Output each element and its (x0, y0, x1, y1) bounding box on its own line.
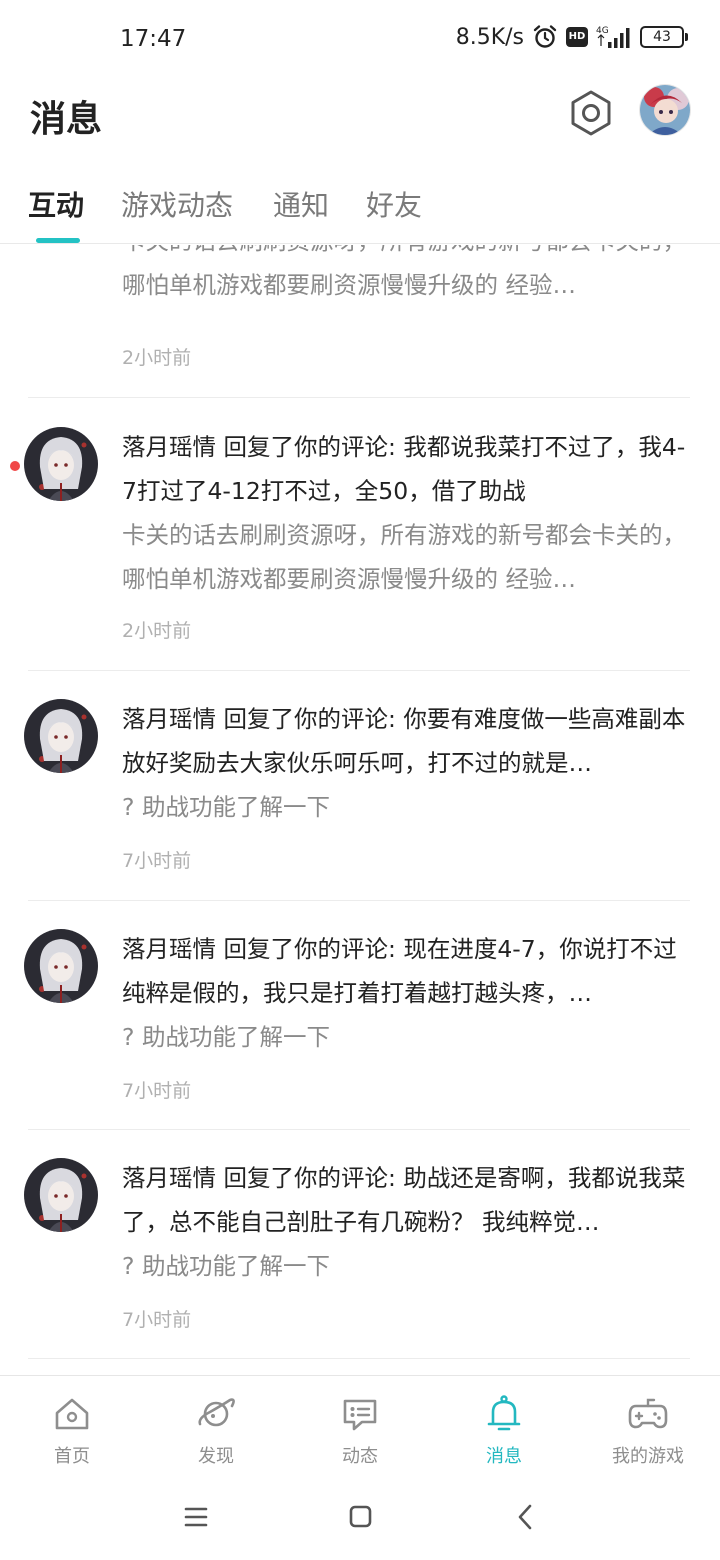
quoted-comment: ? 助战功能了解一下 (122, 793, 330, 821)
avatar[interactable] (24, 699, 98, 773)
list-item[interactable]: 落月瑶情 回复了你的评论: 现在进度4-7，你说打不过纯粹是假的，我只是打着打着… (0, 927, 720, 1127)
list-item[interactable]: 落月瑶情 回复了你的评论: 我都说我菜打不过了，我4-7打过了4-12打不过，全… (0, 425, 720, 655)
battery-icon: 43 (640, 26, 688, 48)
unread-dot (10, 461, 20, 471)
quoted-comment: 卡关的话去刷刷资源呀，所有游戏的新号都会卡关的，哪怕单机游戏都要刷资源慢慢升级的… (122, 245, 686, 299)
nav-messages[interactable]: 消息 (432, 1376, 576, 1476)
system-home-button[interactable] (340, 1500, 380, 1534)
bottom-navigation: 首页 发现 动态 消息 我的游戏 (0, 1375, 720, 1475)
home-square-icon (349, 1505, 372, 1528)
planet-icon (198, 1398, 235, 1427)
messages-screen: 17:47 8.5K/s HD 4G 43 消息 互动 游戏动态 通知 好友 哪… (0, 0, 720, 1560)
divider (28, 1358, 690, 1359)
nav-feed[interactable]: 动态 (288, 1376, 432, 1476)
status-bar: 17:47 8.5K/s HD 4G 43 (0, 0, 720, 80)
user-avatar-button[interactable] (640, 85, 690, 135)
home-icon (55, 1398, 89, 1430)
sender-avatar-image (24, 929, 98, 1003)
feed-chat-icon (343, 1399, 377, 1431)
message-body: 落月瑶情 回复了你的评论: 现在进度4-7，你说打不过纯粹是假的，我只是打着打着… (122, 927, 692, 1059)
tab-friends[interactable]: 好友 (366, 184, 422, 224)
avatar[interactable] (24, 427, 98, 501)
message-body: 落月瑶情 回复了你的评论: 助战还是寄啊，我都说我菜了，总不能自己剖肚子有几碗粉… (122, 1156, 692, 1288)
tab-interaction[interactable]: 互动 (28, 184, 84, 224)
message-time: 7小时前 (122, 1309, 192, 1331)
message-time: 2小时前 (122, 347, 192, 369)
message-time: 7小时前 (122, 1080, 192, 1102)
nav-home[interactable]: 首页 (0, 1376, 144, 1476)
tab-game-news[interactable]: 游戏动态 (121, 184, 233, 224)
list-item[interactable]: 落月瑶情 回复了你的评论: 助战还是寄啊，我都说我菜了，总不能自己剖肚子有几碗粉… (0, 1156, 720, 1356)
nav-label: 发现 (198, 1446, 234, 1467)
status-time: 17:47 (120, 26, 187, 52)
nav-label: 动态 (342, 1446, 378, 1467)
divider (28, 670, 690, 671)
reply-text: 落月瑶情 回复了你的评论: 你要有难度做一些高难副本放好奖励去大家伙乐呵乐呵，打… (122, 705, 686, 777)
quoted-comment: 卡关的话去刷刷资源呀，所有游戏的新号都会卡关的，哪怕单机游戏都要刷资源慢慢升级的… (122, 521, 686, 593)
quoted-comment: ? 助战功能了解一下 (122, 1252, 330, 1280)
reply-text: 落月瑶情 回复了你的评论: 我都说我菜打不过了，我4-7打过了4-12打不过，全… (122, 433, 686, 505)
app-header: 消息 (0, 80, 720, 150)
net-speed: 8.5K/s (455, 24, 524, 50)
page-title: 消息 (30, 99, 103, 140)
avatar[interactable] (24, 1158, 98, 1232)
gamepad-icon (628, 1398, 668, 1429)
settings-button[interactable] (568, 88, 614, 138)
menu-icon (184, 1507, 208, 1527)
recent-apps-button[interactable] (176, 1500, 216, 1534)
sender-avatar-image (24, 699, 98, 773)
user-avatar-image (640, 85, 690, 135)
alarm-icon (532, 24, 558, 50)
divider (28, 397, 690, 398)
nav-my-games[interactable]: 我的游戏 (576, 1376, 720, 1476)
divider (28, 900, 690, 901)
nav-label: 首页 (54, 1446, 90, 1467)
avatar[interactable] (24, 929, 98, 1003)
bell-icon (487, 1395, 521, 1431)
nav-label: 消息 (486, 1446, 522, 1467)
signal-icon: 4G (596, 24, 632, 50)
sender-avatar-image (24, 1158, 98, 1232)
nav-discover[interactable]: 发现 (144, 1376, 288, 1476)
reply-text: 落月瑶情 回复了你的评论: 现在进度4-7，你说打不过纯粹是假的，我只是打着打着… (122, 935, 677, 1007)
hd-icon: HD (566, 27, 588, 47)
nav-label: 我的游戏 (612, 1446, 684, 1467)
tab-notifications[interactable]: 通知 (273, 184, 329, 224)
message-body: 落月瑶情 回复了你的评论: 我都说我菜打不过了，我4-7打过了4-12打不过，全… (122, 425, 692, 601)
quoted-comment: ? 助战功能了解一下 (122, 1023, 330, 1051)
reply-text: 落月瑶情 回复了你的评论: 助战还是寄啊，我都说我菜了，总不能自己剖肚子有几碗粉… (122, 1164, 686, 1236)
message-list: 卡关的话去刷刷资源呀，所有游戏的新号都会卡关的，哪怕单机游戏都要刷资源慢慢升级的… (0, 245, 720, 1375)
message-body: 卡关的话去刷刷资源呀，所有游戏的新号都会卡关的，哪怕单机游戏都要刷资源慢慢升级的… (122, 245, 692, 307)
network-type: 4G (596, 26, 609, 36)
back-icon (518, 1504, 532, 1530)
message-time: 7小时前 (122, 850, 192, 872)
settings-hexagon-icon (571, 90, 611, 136)
sender-avatar-image (24, 427, 98, 501)
message-tabs: 互动 游戏动态 通知 好友 (0, 172, 720, 244)
active-tab-indicator (36, 238, 80, 243)
list-item[interactable]: 落月瑶情 回复了你的评论: 你要有难度做一些高难副本放好奖励去大家伙乐呵乐呵，打… (0, 697, 720, 897)
message-time: 2小时前 (122, 620, 192, 642)
list-item[interactable]: 卡关的话去刷刷资源呀，所有游戏的新号都会卡关的，哪怕单机游戏都要刷资源慢慢升级的… (0, 245, 720, 399)
system-navigation-bar (0, 1475, 720, 1560)
divider (28, 1129, 690, 1130)
status-indicators: 8.5K/s HD 4G 43 (455, 24, 688, 50)
message-body: 落月瑶情 回复了你的评论: 你要有难度做一些高难副本放好奖励去大家伙乐呵乐呵，打… (122, 697, 692, 829)
system-back-button[interactable] (506, 1500, 546, 1534)
